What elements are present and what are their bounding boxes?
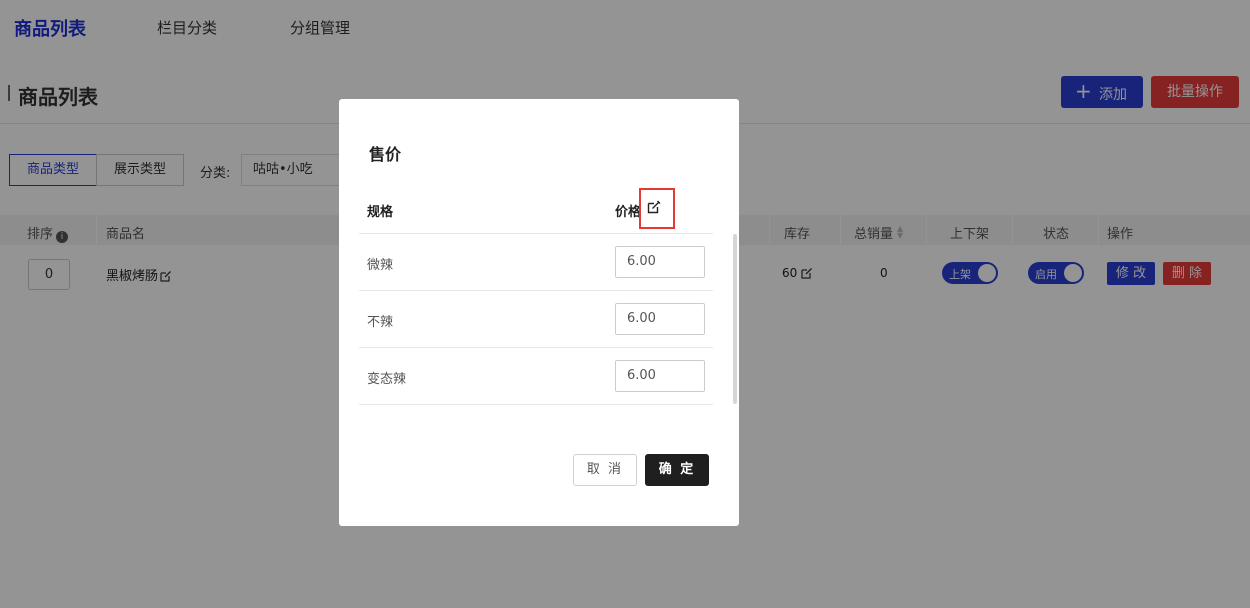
price-input[interactable]: 6.00 <box>615 303 705 335</box>
dialog-title: 售价 <box>369 145 402 164</box>
price-input[interactable]: 6.00 <box>615 360 705 392</box>
header-spec: 规格 <box>367 205 394 220</box>
spec-name: 不辣 <box>367 315 394 330</box>
highlight-box <box>639 188 675 229</box>
cancel-button[interactable]: 取 消 <box>573 454 637 486</box>
spec-row: 变态辣 6.00 <box>359 348 713 405</box>
confirm-button[interactable]: 确 定 <box>645 454 709 486</box>
spec-row: 不辣 6.00 <box>359 291 713 348</box>
spec-name: 变态辣 <box>367 372 407 387</box>
price-input[interactable]: 6.00 <box>615 246 705 278</box>
dialog-scrollbar[interactable] <box>733 234 737 404</box>
spec-row: 微辣 6.00 <box>359 234 713 291</box>
spec-name: 微辣 <box>367 258 394 273</box>
price-dialog: 售价 规格 价格 微辣 6.00 不辣 6.00 变态辣 6.00 取 消 确 … <box>339 99 739 526</box>
header-price: 价格 <box>615 205 642 220</box>
